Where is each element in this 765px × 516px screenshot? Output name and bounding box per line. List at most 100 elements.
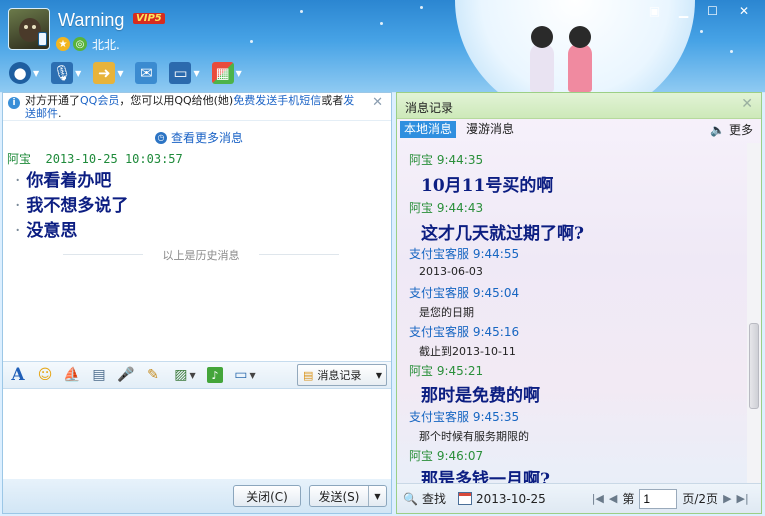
prev-page-icon[interactable]: ◀: [609, 492, 617, 505]
close-notice-icon[interactable]: ✕: [372, 96, 383, 109]
chat-pane: i 对方开通了QQ会员，您可以用QQ给他(她)免费发送手机短信或者发送邮件. ✕…: [2, 92, 392, 514]
close-button[interactable]: 关闭(C): [233, 485, 301, 507]
history-pane: 消息记录 ✕ 本地消息 漫游消息 🔈 更多 阿宝 9:44:35 10月11号买…: [396, 92, 762, 514]
page-number-input[interactable]: [639, 488, 678, 509]
vip-badge[interactable]: VIP5: [133, 13, 165, 24]
video-call-button[interactable]: ● ▼: [6, 59, 42, 87]
date-picker[interactable]: 2013-10-25: [457, 492, 546, 506]
file-transfer-button[interactable]: ➜ ▼: [90, 59, 126, 87]
message-line: 你看着办吧: [15, 166, 111, 191]
history-entry-header: 阿宝 9:44:43: [409, 201, 484, 215]
history-entry-text: 那个时候有服务期限的: [419, 430, 529, 443]
history-entry-text: 那时是免费的啊: [421, 386, 540, 406]
title-bar: Warning VIP5 ★ ◎ 北北. ▣ ▁ ☐ ✕ ● ▼ 🎙 ▼ ➜ ▼ ✉ …: [0, 0, 765, 92]
avatar[interactable]: [8, 8, 50, 50]
voice-message-icon[interactable]: 🎤: [116, 365, 136, 385]
close-history-icon[interactable]: ✕: [741, 96, 753, 112]
history-entry-text: 那是多钱一月啊?: [421, 470, 550, 483]
clock-icon: ◷: [155, 131, 167, 144]
history-scrollbar[interactable]: [747, 143, 761, 483]
first-page-icon[interactable]: |◀: [592, 492, 604, 505]
history-entry-header: 阿宝 9:45:21: [409, 364, 484, 378]
calendar-icon: [457, 492, 472, 505]
apps-icon: ▦: [211, 62, 234, 84]
screen-capture-icon: ▭: [234, 367, 248, 383]
file-transfer-icon: ➜: [93, 62, 116, 84]
video-icon: ●: [9, 62, 31, 84]
send-button[interactable]: 发送(S) ▼: [309, 485, 387, 507]
history-entry-header: 支付宝客服 9:44:55: [409, 247, 520, 261]
screen-share-button[interactable]: ▭ ▼: [166, 59, 202, 87]
screenshot-frame-icon[interactable]: ▤: [89, 365, 109, 385]
history-entry-text: 这才几天就过期了啊?: [421, 224, 584, 244]
qq-vip-link[interactable]: QQ会员: [80, 94, 119, 107]
history-entry-header: 阿宝 9:44:35: [409, 153, 484, 167]
contact-nickname[interactable]: Warning: [58, 10, 124, 31]
skin-illustration: [520, 26, 610, 92]
tab-local-messages[interactable]: 本地消息: [400, 121, 457, 138]
chevron-down-icon: ▼: [375, 370, 382, 380]
more-button[interactable]: 🔈 更多: [710, 121, 753, 138]
speaker-icon: 🔈: [710, 122, 725, 137]
skin-menu-icon[interactable]: ▣: [640, 2, 669, 20]
history-footer: 🔍 查找 2013-10-25 |◀ ◀ 第 页/2页 ▶ ▶|: [397, 483, 761, 513]
emoji-icon[interactable]: ☺: [35, 365, 55, 385]
main-toolbar: ● ▼ 🎙 ▼ ➜ ▼ ✉ ▭ ▼ ▦ ▼: [6, 58, 245, 88]
apps-button[interactable]: ▦ ▼: [209, 59, 245, 87]
voice-call-button[interactable]: 🎙 ▼: [48, 59, 84, 87]
sms-button[interactable]: ✉: [132, 59, 160, 87]
history-list: 阿宝 9:44:35 10月11号买的啊 阿宝 9:44:43 这才几天就过期了…: [397, 143, 747, 483]
message-line: 没意思: [15, 216, 77, 241]
qzone-icon[interactable]: ◎: [73, 37, 87, 51]
minimize-button[interactable]: ▁: [669, 2, 698, 20]
vip-notice: i 对方开通了QQ会员，您可以用QQ给他(她)免费发送手机短信或者发送邮件. ✕: [3, 93, 391, 121]
input-toolbar: A ☺ ⛵ ▤ 🎤 ✎ ▨ ▼ ♪ ▭ ▼ ▤ 消息记录 ▼: [3, 361, 391, 389]
scrollbar-thumb[interactable]: [749, 323, 759, 409]
send-options-dropdown[interactable]: ▼: [368, 486, 386, 506]
search-button[interactable]: 🔍 查找: [403, 490, 446, 507]
screen-share-icon: ▭: [169, 62, 192, 84]
history-entry-header: 支付宝客服 9:45:16: [409, 325, 520, 339]
history-entry-header: 支付宝客服 9:45:04: [409, 286, 520, 300]
free-sms-link[interactable]: 免费发送手机短信: [233, 94, 321, 107]
history-entry-header: 支付宝客服 9:45:35: [409, 410, 520, 424]
history-entry-text: 10月11号买的啊: [421, 176, 554, 196]
mobile-online-icon: [38, 32, 47, 46]
font-icon[interactable]: A: [8, 365, 28, 385]
message-record-button[interactable]: ▤ 消息记录 ▼: [297, 364, 387, 386]
contact-location: 北北.: [92, 37, 120, 52]
voice-icon: 🎙: [51, 62, 74, 84]
info-icon: i: [8, 97, 20, 109]
history-separator: 以上是历史消息: [63, 247, 339, 263]
history-tabs: 本地消息 漫游消息 🔈 更多: [397, 119, 761, 139]
history-entry-text: 是您的日期: [419, 306, 474, 319]
music-icon[interactable]: ♪: [207, 367, 223, 383]
history-entry-header: 阿宝 9:46:07: [409, 449, 484, 463]
history-entry-text: 2013-06-03: [419, 265, 483, 278]
image-icon: ▨: [174, 367, 188, 383]
last-page-icon[interactable]: ▶|: [737, 492, 749, 505]
screen-capture-button[interactable]: ▭ ▼: [230, 365, 260, 385]
next-page-icon[interactable]: ▶: [723, 492, 731, 505]
history-entry-text: 截止到2013-10-11: [419, 345, 516, 358]
view-more-messages-link[interactable]: ◷ 查看更多消息: [155, 129, 243, 146]
window-controls: ▣ ▁ ☐ ✕: [640, 2, 761, 20]
edit-note-icon[interactable]: ✎: [143, 365, 163, 385]
status-row: ★ ◎ 北北.: [56, 36, 120, 52]
message-line: 我不想多说了: [15, 191, 128, 216]
history-header: 消息记录 ✕: [397, 93, 761, 119]
close-window-button[interactable]: ✕: [727, 2, 761, 20]
magic-expression-icon[interactable]: ⛵: [62, 365, 82, 385]
search-icon: 🔍: [403, 491, 418, 506]
pager: |◀ ◀ 第 页/2页 ▶ ▶|: [592, 488, 749, 509]
bottom-action-bar: 关闭(C) 发送(S) ▼: [3, 479, 391, 513]
sms-icon: ✉: [135, 62, 158, 84]
maximize-button[interactable]: ☐: [698, 2, 727, 20]
star-icon[interactable]: ★: [56, 37, 70, 51]
tab-roaming-messages[interactable]: 漫游消息: [462, 121, 518, 138]
history-title: 消息记录: [405, 101, 454, 115]
message-header: 阿宝 2013-10-25 10:03:57: [7, 152, 183, 166]
send-image-button[interactable]: ▨ ▼: [170, 365, 200, 385]
message-input[interactable]: [3, 389, 391, 479]
message-area: ◷ 查看更多消息 阿宝 2013-10-25 10:03:57 你看着办吧 我不…: [3, 121, 391, 359]
